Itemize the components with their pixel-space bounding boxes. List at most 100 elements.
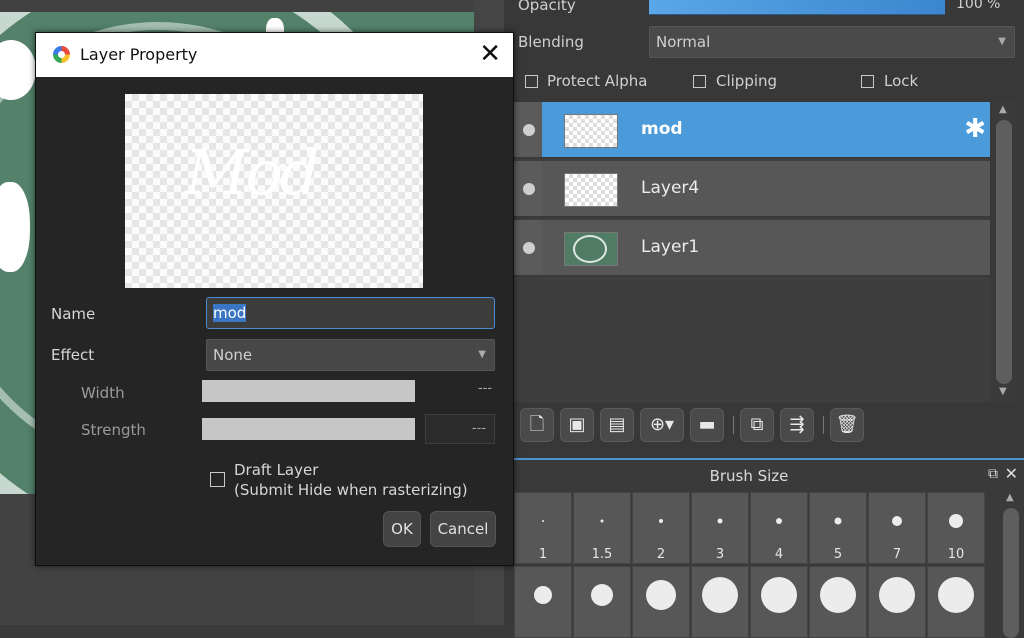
brush-size-cell[interactable]: 2 [632,492,690,564]
brush-size-label: 4 [774,547,784,562]
layer-list: mod ✱ Layer4 Layer1 [514,102,990,402]
close-icon[interactable]: ✕ [1005,464,1018,483]
layer-row-layer4[interactable]: Layer4 [514,161,990,218]
strength-value-field[interactable]: --- [425,414,495,444]
ok-button[interactable]: OK [383,511,421,547]
close-icon[interactable]: ✕ [479,39,501,69]
lock-label: Lock [884,72,919,90]
brush-dot [949,514,963,528]
new-8bit-layer-icon[interactable]: ▣ [560,408,594,442]
brush-size-cell[interactable]: 7 [868,492,926,564]
brush-size-label: 1.5 [591,547,613,562]
brush-panel-scrollbar[interactable]: ▲ [998,492,1024,638]
duplicate-layer-icon[interactable]: ⧉ [740,408,774,442]
brush-size-label: 2 [656,547,666,562]
scroll-up-icon[interactable]: ▲ [1006,492,1014,503]
gear-icon[interactable]: ✱ [964,115,986,143]
brush-dot [600,519,604,523]
lock-checkbox[interactable] [861,75,874,88]
layer-thumbnail [564,173,618,207]
brush-size-cell[interactable]: 1 [514,492,572,564]
brush-dot [702,577,738,613]
scroll-up-icon[interactable]: ▲ [999,104,1007,115]
popout-icon[interactable]: ⧉ [988,466,998,482]
brush-size-cell[interactable] [514,566,572,638]
brush-size-cell[interactable]: 10 [927,492,985,564]
brush-size-cell[interactable] [750,566,808,638]
new-1bit-layer-icon[interactable]: ▤ [600,408,634,442]
new-layer-icon[interactable]: 🗋 [520,408,554,442]
brush-size-label: 3 [715,547,725,562]
layer-name: Layer4 [641,178,700,198]
brush-size-cell[interactable]: 5 [809,492,867,564]
blending-select[interactable]: Normal ▼ [649,26,1015,58]
brush-size-cell[interactable]: 3 [691,492,749,564]
draft-layer-checkbox[interactable] [210,472,225,487]
brush-size-label: 7 [892,547,902,562]
chevron-down-icon: ▼ [998,36,1006,47]
brush-dot [646,580,676,610]
layer-row-layer1[interactable]: Layer1 [514,220,990,277]
brush-size-label: 10 [947,547,965,562]
draft-layer-label: Draft Layer (Submit Hide when rasterizin… [234,460,468,500]
folder-icon[interactable]: ▬ [690,408,724,442]
name-input[interactable]: mod [206,297,495,329]
brush-size-cell[interactable] [809,566,867,638]
add-layer-menu-icon[interactable]: ⊕▾ [640,408,684,442]
chevron-down-icon: ▼ [478,349,486,360]
brush-size-cell[interactable] [927,566,985,638]
brush-dot [892,516,902,526]
layer-thumbnail [564,114,618,148]
brush-size-cell[interactable] [573,566,631,638]
brush-size-panel: Brush Size ⧉ ✕ 1 1.5 2 3 4 5 7 10 ▲ [514,458,1024,638]
strength-label: Strength [81,421,146,439]
name-label: Name [51,305,96,323]
dialog-title: Layer Property [80,45,198,64]
brush-dot [938,577,974,613]
brush-size-cell[interactable]: 4 [750,492,808,564]
visibility-toggle-icon[interactable] [523,242,535,254]
opacity-row: Opacity 100 % [504,0,1024,18]
visibility-toggle-icon[interactable] [523,183,535,195]
cancel-button[interactable]: Cancel [430,511,496,547]
visibility-toggle-icon[interactable] [523,124,535,136]
protect-alpha-checkbox[interactable] [525,75,538,88]
scroll-down-icon[interactable]: ▼ [999,386,1007,397]
layer-name: Layer1 [641,237,700,257]
brush-dot [761,577,797,613]
draft-layer-subtitle: (Submit Hide when rasterizing) [234,481,468,499]
brush-dot [534,586,552,604]
blending-label: Blending [518,33,584,51]
layer-property-dialog: Layer Property ✕ Mod Name mod Effect Non… [35,32,514,566]
scrollbar-thumb[interactable] [996,120,1012,384]
dialog-titlebar[interactable]: Layer Property ✕ [36,33,513,77]
scrollbar-thumb[interactable] [1003,508,1019,638]
brush-dot [591,584,613,606]
brush-dot [776,518,782,524]
strength-slider[interactable] [202,418,415,440]
name-input-value: mod [213,304,247,322]
layer-list-scrollbar[interactable]: ▲ ▼ [991,102,1017,402]
brush-size-label: 5 [833,547,843,562]
trash-icon[interactable]: 🗑 [830,408,864,442]
width-slider[interactable] [202,380,415,402]
opacity-slider[interactable] [649,0,945,15]
blending-row: Blending Normal ▼ [504,26,1024,60]
brush-size-cell[interactable] [868,566,926,638]
opacity-value: 100 % [956,0,1001,12]
blending-value: Normal [656,33,711,51]
brush-size-cell[interactable] [691,566,749,638]
strength-value: --- [471,421,486,436]
opacity-label: Opacity [518,0,576,14]
layer-row-mod[interactable]: mod ✱ [514,102,990,159]
brush-dot [834,517,842,525]
toolbar-divider [823,416,824,434]
effect-label: Effect [51,346,95,364]
brush-size-label: 1 [538,547,548,562]
clipping-checkbox[interactable] [693,75,706,88]
brush-size-cell[interactable]: 1.5 [573,492,631,564]
merge-down-icon[interactable]: ⇶ [780,408,814,442]
effect-select[interactable]: None ▼ [206,339,495,371]
visibility-column [514,220,542,275]
brush-size-cell[interactable] [632,566,690,638]
